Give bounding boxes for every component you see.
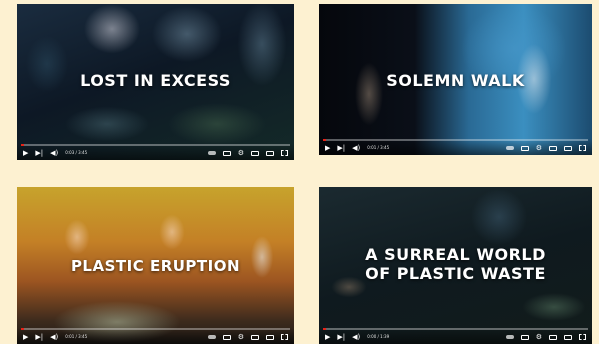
theater-icon[interactable] xyxy=(564,145,572,151)
gear-icon[interactable]: ⚙ xyxy=(536,332,542,342)
video-player-2[interactable]: SOLEMN WALK ▶ ▶| ◀) 0:01 / 3:45 ⚙ xyxy=(319,4,592,155)
video-player-3[interactable]: PLASTIC ERUPTION ▶ ▶| ◀) 0:01 / 3:45 ⚙ xyxy=(17,187,294,344)
controls-right: ⚙ xyxy=(505,332,586,342)
miniplayer-icon[interactable] xyxy=(251,150,259,156)
captions-icon[interactable] xyxy=(222,150,231,156)
fullscreen-icon[interactable] xyxy=(579,334,586,340)
controls-right: ⚙ xyxy=(207,332,288,342)
next-icon[interactable]: ▶| xyxy=(337,143,345,153)
play-icon[interactable]: ▶ xyxy=(325,143,330,153)
fullscreen-icon[interactable] xyxy=(281,150,288,156)
play-icon[interactable]: ▶ xyxy=(325,332,330,342)
progress-fill xyxy=(21,328,25,330)
play-icon[interactable]: ▶ xyxy=(23,148,28,158)
player-controls: ▶ ▶| ◀) 0:03 / 3:45 ⚙ xyxy=(17,144,294,160)
volume-icon[interactable]: ◀) xyxy=(50,148,58,158)
captions-icon[interactable] xyxy=(520,145,529,151)
next-icon[interactable]: ▶| xyxy=(35,332,43,342)
video-player-1[interactable]: LOST IN EXCESS ▶ ▶| ◀) 0:03 / 3:45 ⚙ xyxy=(17,4,294,160)
progress-fill xyxy=(21,144,25,146)
controls-left: ▶ ▶| ◀) 0:03 / 3:45 xyxy=(23,148,87,158)
time-display: 0:01 / 3:45 xyxy=(367,145,390,150)
video-grid: LOST IN EXCESS ▶ ▶| ◀) 0:03 / 3:45 ⚙ SOL… xyxy=(0,0,599,344)
next-icon[interactable]: ▶| xyxy=(35,148,43,158)
miniplayer-icon[interactable] xyxy=(549,145,557,151)
controls-left: ▶ ▶| ◀) 0:00 / 1:39 xyxy=(325,332,389,342)
play-icon[interactable]: ▶ xyxy=(23,332,28,342)
progress-fill xyxy=(323,139,327,141)
progress-bar[interactable] xyxy=(323,139,588,141)
video-title: A SURREAL WORLD OF PLASTIC WASTE xyxy=(365,245,546,284)
volume-icon[interactable]: ◀) xyxy=(352,143,360,153)
player-controls: ▶ ▶| ◀) 0:01 / 3:45 ⚙ xyxy=(319,139,592,155)
time-display: 0:01 / 3:45 xyxy=(65,334,88,339)
video-player-4[interactable]: A SURREAL WORLD OF PLASTIC WASTE ▶ ▶| ◀)… xyxy=(319,187,592,344)
controls-right: ⚙ xyxy=(207,148,288,158)
volume-icon[interactable]: ◀) xyxy=(352,332,360,342)
controls-left: ▶ ▶| ◀) 0:01 / 3:45 xyxy=(23,332,87,342)
autoplay-toggle-icon[interactable] xyxy=(505,335,514,339)
video-title: LOST IN EXCESS xyxy=(80,71,231,90)
next-icon[interactable]: ▶| xyxy=(337,332,345,342)
fullscreen-icon[interactable] xyxy=(281,334,288,340)
autoplay-toggle-icon[interactable] xyxy=(505,146,514,150)
autoplay-toggle-icon[interactable] xyxy=(207,151,216,155)
controls-right: ⚙ xyxy=(505,143,586,153)
progress-fill xyxy=(323,328,327,330)
miniplayer-icon[interactable] xyxy=(549,334,557,340)
captions-icon[interactable] xyxy=(222,334,231,340)
gear-icon[interactable]: ⚙ xyxy=(238,148,244,158)
captions-icon[interactable] xyxy=(520,334,529,340)
progress-bar[interactable] xyxy=(21,144,290,146)
time-display: 0:03 / 3:45 xyxy=(65,150,88,155)
video-title: SOLEMN WALK xyxy=(386,71,525,90)
progress-bar[interactable] xyxy=(21,328,290,330)
autoplay-toggle-icon[interactable] xyxy=(207,335,216,339)
time-display: 0:00 / 1:39 xyxy=(367,334,390,339)
player-controls: ▶ ▶| ◀) 0:01 / 3:45 ⚙ xyxy=(17,328,294,344)
video-title: PLASTIC ERUPTION xyxy=(70,257,241,275)
fullscreen-icon[interactable] xyxy=(579,145,586,151)
volume-icon[interactable]: ◀) xyxy=(50,332,58,342)
player-controls: ▶ ▶| ◀) 0:00 / 1:39 ⚙ xyxy=(319,328,592,344)
theater-icon[interactable] xyxy=(564,334,572,340)
gear-icon[interactable]: ⚙ xyxy=(238,332,244,342)
progress-bar[interactable] xyxy=(323,328,588,330)
theater-icon[interactable] xyxy=(266,334,274,340)
controls-left: ▶ ▶| ◀) 0:01 / 3:45 xyxy=(325,143,389,153)
gear-icon[interactable]: ⚙ xyxy=(536,143,542,153)
theater-icon[interactable] xyxy=(266,150,274,156)
miniplayer-icon[interactable] xyxy=(251,334,259,340)
